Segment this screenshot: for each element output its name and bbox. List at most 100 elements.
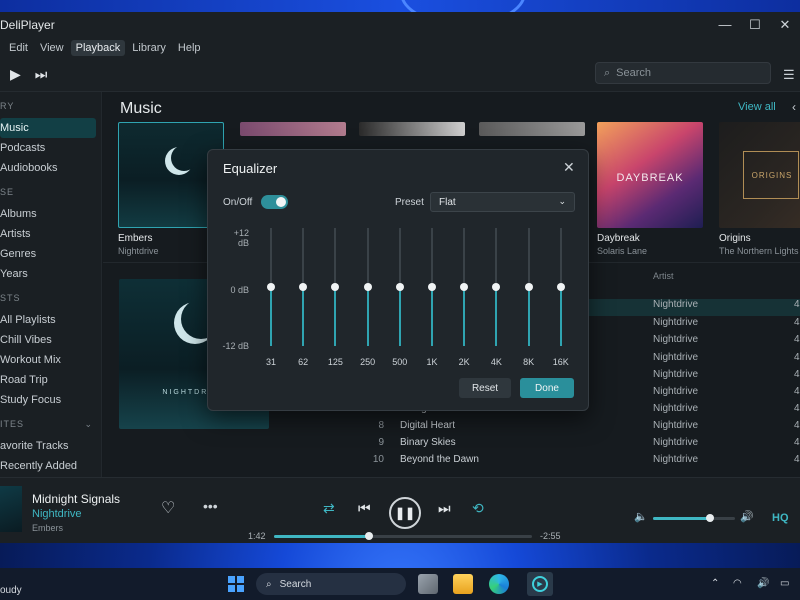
menu-edit[interactable]: Edit bbox=[4, 40, 33, 56]
pause-button[interactable]: ❚❚ bbox=[389, 497, 421, 529]
eq-band-slider[interactable] bbox=[267, 228, 275, 346]
now-playing-title[interactable]: Midnight Signals bbox=[32, 492, 120, 506]
eq-band-slider[interactable] bbox=[299, 228, 308, 346]
minimize-button[interactable]: — bbox=[710, 17, 740, 33]
sidebar-item-workout-mix[interactable]: Workout Mix bbox=[0, 350, 101, 370]
close-window-button[interactable]: ✕ bbox=[770, 17, 800, 33]
menu-playback[interactable]: Playback bbox=[70, 40, 126, 56]
sidebar-item-artists[interactable]: Artists bbox=[0, 224, 101, 244]
more-options-icon[interactable]: ••• bbox=[203, 498, 218, 514]
table-row[interactable]: 10 Beyond the Dawn Nightdrive 4: bbox=[370, 454, 800, 471]
seek-knob[interactable] bbox=[365, 532, 374, 540]
volume-high-icon[interactable]: 🔊 bbox=[740, 510, 754, 523]
sidebar-section-playlists: STS bbox=[0, 293, 21, 303]
eq-band-slider[interactable] bbox=[524, 228, 533, 346]
sidebar-item-road-trip[interactable]: Road Trip bbox=[0, 370, 101, 390]
album-card[interactable] bbox=[479, 122, 585, 136]
volume-slider[interactable] bbox=[653, 514, 735, 522]
deliplayer-taskbar-icon[interactable]: ▶ bbox=[527, 572, 553, 596]
album-cover: DAYBREAK bbox=[597, 122, 703, 228]
menu-view[interactable]: View bbox=[35, 40, 69, 56]
album-card[interactable] bbox=[240, 122, 346, 136]
maximize-button[interactable]: ☐ bbox=[740, 17, 770, 33]
play-icon[interactable]: ▶ bbox=[10, 66, 21, 83]
list-view-icon[interactable]: ☰ bbox=[783, 67, 795, 83]
album-card[interactable]: DAYBREAK Daybreak Solaris Lane bbox=[597, 122, 703, 256]
search-input[interactable]: ⌕ Search bbox=[595, 62, 771, 84]
eq-band-slider[interactable] bbox=[428, 228, 436, 346]
equalizer-toggle[interactable] bbox=[261, 195, 288, 209]
wifi-icon[interactable]: ◠ bbox=[733, 578, 742, 589]
chevron-left-icon[interactable]: ‹ bbox=[792, 100, 796, 114]
eq-slider-knob[interactable] bbox=[267, 283, 275, 291]
eq-slider-knob[interactable] bbox=[492, 283, 501, 291]
menu-library[interactable]: Library bbox=[127, 40, 171, 56]
eq-slider-knob[interactable] bbox=[363, 283, 372, 291]
weather-widget[interactable]: oudy bbox=[0, 585, 22, 596]
eq-slider-knob[interactable] bbox=[460, 283, 469, 291]
sidebar-item-genres[interactable]: Genres bbox=[0, 244, 101, 264]
taskbar-search[interactable]: ⌕ Search bbox=[256, 573, 406, 595]
eq-band-slider[interactable] bbox=[460, 228, 469, 346]
column-header-artist[interactable]: Artist bbox=[653, 271, 674, 281]
eq-slider-knob[interactable] bbox=[428, 283, 436, 291]
eq-band-slider[interactable] bbox=[556, 228, 565, 346]
hq-badge[interactable]: HQ bbox=[772, 512, 789, 524]
edge-browser-icon[interactable] bbox=[489, 574, 509, 594]
album-title: Daybreak bbox=[597, 233, 640, 244]
menu-help[interactable]: Help bbox=[173, 40, 206, 56]
heart-icon[interactable]: ♡ bbox=[161, 498, 175, 518]
now-playing-art[interactable] bbox=[0, 486, 22, 532]
track-duration: 4: bbox=[794, 437, 800, 448]
speaker-icon[interactable]: 🔊 bbox=[757, 578, 769, 589]
sidebar-item-recently-added[interactable]: Recently Added bbox=[0, 456, 101, 476]
chevron-up-icon[interactable]: ⌃ bbox=[711, 578, 719, 589]
chevron-down-icon[interactable]: ⌄ bbox=[84, 419, 93, 430]
eq-band-slider[interactable] bbox=[363, 228, 372, 346]
eq-slider-knob[interactable] bbox=[299, 283, 308, 291]
skip-next-icon[interactable]: ⏭ bbox=[438, 500, 451, 517]
done-button[interactable]: Done bbox=[520, 378, 574, 398]
sidebar-item-favorite-tracks[interactable]: avorite Tracks bbox=[0, 436, 101, 456]
eq-slider-knob[interactable] bbox=[524, 283, 533, 291]
view-all-link[interactable]: View all bbox=[738, 101, 776, 113]
sidebar-item-audiobooks[interactable]: Audiobooks bbox=[0, 158, 101, 178]
title-bar[interactable]: DeliPlayer — ☐ ✕ bbox=[0, 12, 800, 38]
now-playing-artist[interactable]: Nightdrive bbox=[32, 508, 82, 520]
track-artist: Nightdrive bbox=[653, 352, 699, 363]
skip-previous-icon[interactable]: ⏮ bbox=[358, 500, 371, 517]
repeat-icon[interactable]: ⟲ bbox=[472, 500, 484, 517]
skip-next-icon[interactable]: ⏭ bbox=[35, 66, 48, 83]
file-explorer-icon[interactable] bbox=[453, 574, 473, 594]
seek-bar[interactable] bbox=[274, 532, 532, 540]
preset-select[interactable]: Flat ⌄ bbox=[430, 192, 575, 212]
sidebar-item-music[interactable]: Music bbox=[0, 118, 96, 138]
sidebar-item-all-playlists[interactable]: All Playlists bbox=[0, 310, 101, 330]
eq-slider-knob[interactable] bbox=[556, 283, 565, 291]
windows-start-icon[interactable] bbox=[228, 576, 244, 592]
sidebar-section-favorites[interactable]: ITES ⌄ bbox=[0, 410, 101, 436]
battery-icon[interactable]: ▭ bbox=[780, 578, 789, 589]
sidebar-item-podcasts[interactable]: Podcasts bbox=[0, 138, 101, 158]
page-title: Music bbox=[120, 100, 162, 117]
sidebar-item-chill-vibes[interactable]: Chill Vibes bbox=[0, 330, 101, 350]
eq-band-slider[interactable] bbox=[331, 228, 340, 346]
eq-slider-knob[interactable] bbox=[331, 283, 340, 291]
table-row[interactable]: 8 Digital Heart Nightdrive 4: bbox=[370, 420, 800, 437]
album-card[interactable]: ORIGINS Origins The Northern Lights bbox=[719, 122, 800, 256]
eq-band-slider[interactable] bbox=[395, 228, 404, 346]
volume-icon[interactable]: 🔈 bbox=[634, 510, 648, 523]
album-card[interactable] bbox=[359, 122, 465, 136]
sidebar-item-study-focus[interactable]: Study Focus bbox=[0, 390, 101, 410]
sidebar-item-years[interactable]: Years bbox=[0, 264, 101, 284]
task-view-icon[interactable] bbox=[418, 574, 438, 594]
eq-band-slider[interactable] bbox=[492, 228, 501, 346]
track-title: Beyond the Dawn bbox=[400, 454, 479, 465]
table-row[interactable]: 9 Binary Skies Nightdrive 4: bbox=[370, 437, 800, 454]
shuffle-icon[interactable]: ⇄ bbox=[323, 500, 335, 517]
sidebar-item-albums[interactable]: Albums bbox=[0, 204, 101, 224]
volume-knob[interactable] bbox=[706, 514, 715, 522]
eq-slider-knob[interactable] bbox=[395, 283, 404, 291]
reset-button[interactable]: Reset bbox=[459, 378, 511, 398]
close-icon[interactable]: ✕ bbox=[563, 159, 575, 176]
